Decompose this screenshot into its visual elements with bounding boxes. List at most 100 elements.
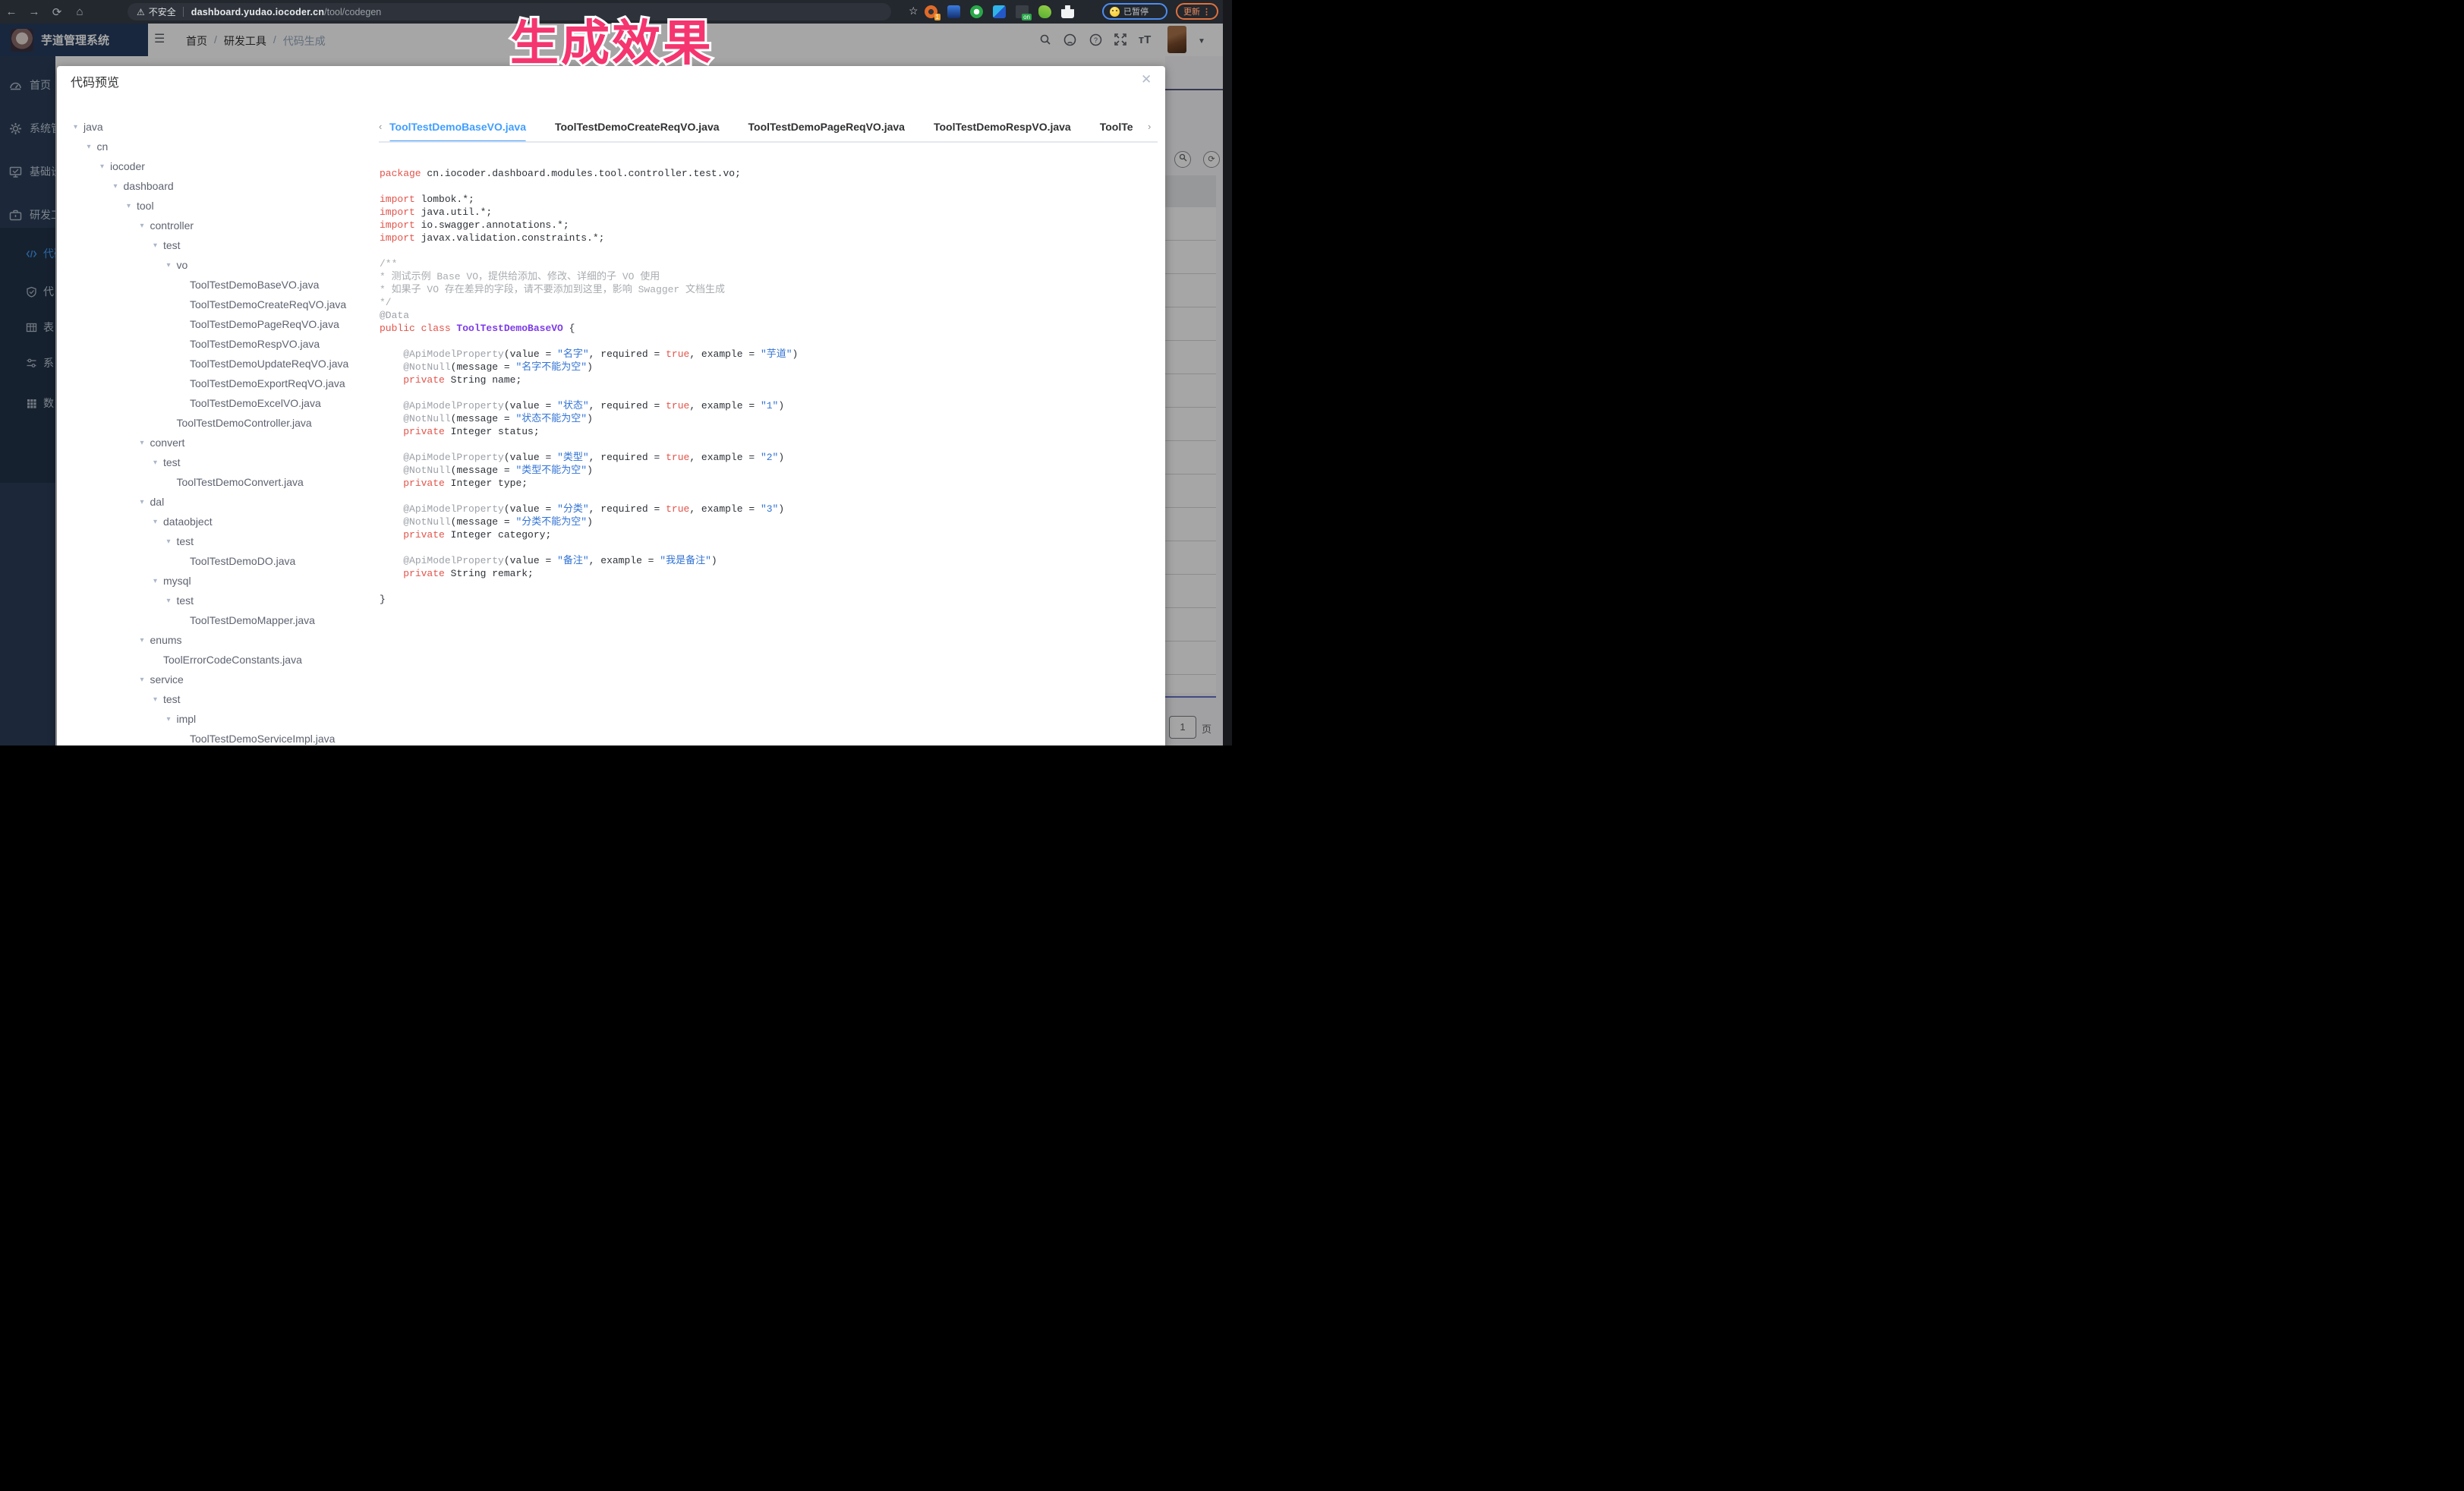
- caret-down-icon[interactable]: ▾: [153, 241, 163, 250]
- caret-down-icon[interactable]: ▾: [100, 162, 110, 171]
- caret-down-icon[interactable]: ▾: [127, 202, 137, 210]
- tree-folder[interactable]: ▾java: [71, 117, 370, 137]
- extension-icon[interactable]: on: [1016, 5, 1029, 18]
- code-line: /**: [380, 257, 1154, 270]
- tree-file[interactable]: ToolTestDemoController.java: [71, 413, 370, 433]
- tree-node-label: dataobject: [163, 515, 213, 528]
- back-icon[interactable]: ←: [0, 5, 23, 18]
- tree-folder[interactable]: ▾tool: [71, 196, 370, 216]
- tree-folder[interactable]: ▾test: [71, 235, 370, 255]
- tree-file[interactable]: ToolTestDemoMapper.java: [71, 610, 370, 630]
- home-icon[interactable]: ⌂: [68, 5, 91, 18]
- extensions-puzzle-icon[interactable]: [1061, 5, 1074, 18]
- tree-folder[interactable]: ▾test: [71, 452, 370, 472]
- tree-folder[interactable]: ▾test: [71, 591, 370, 610]
- caret-down-icon[interactable]: ▾: [140, 439, 150, 447]
- menu-dots-icon: ⋮: [1202, 7, 1211, 17]
- update-browser-button[interactable]: 更新 ⋮: [1176, 3, 1218, 20]
- tree-folder[interactable]: ▾mysql: [71, 571, 370, 591]
- code-line: [380, 490, 1154, 503]
- tab-file-4[interactable]: ToolTe: [1100, 112, 1133, 141]
- tree-node-label: ToolTestDemoUpdateReqVO.java: [190, 358, 348, 370]
- tab-file-1[interactable]: ToolTestDemoCreateReqVO.java: [555, 112, 720, 141]
- tree-folder[interactable]: ▾service: [71, 670, 370, 689]
- tree-node-label: test: [163, 239, 181, 251]
- tree-folder[interactable]: ▾dal: [71, 492, 370, 512]
- code-line: [380, 335, 1154, 348]
- tree-file[interactable]: ToolTestDemoPageReqVO.java: [71, 314, 370, 334]
- tree-folder[interactable]: ▾test: [71, 531, 370, 551]
- tree-node-label: tool: [137, 200, 154, 212]
- tabs-scroll-left-icon[interactable]: ‹: [379, 121, 389, 132]
- code-viewer[interactable]: package cn.iocoder.dashboard.modules.too…: [380, 167, 1154, 744]
- extension-icon[interactable]: [1038, 5, 1051, 18]
- tree-node-label: iocoder: [110, 160, 145, 172]
- tree-folder[interactable]: ▾cn: [71, 137, 370, 156]
- code-preview-dialog: 代码预览 ✕ ▾java▾cn▾iocoder▾dashboard▾tool▾c…: [57, 66, 1165, 746]
- caret-down-icon[interactable]: ▾: [167, 597, 177, 605]
- reload-icon[interactable]: ⟳: [46, 5, 68, 19]
- tree-file[interactable]: ToolTestDemoRespVO.java: [71, 334, 370, 354]
- screen: ← → ⟳ ⌂ ⚠ 不安全 dashboard.yudao.iocoder.cn…: [0, 0, 1232, 746]
- tree-file[interactable]: ToolTestDemoCreateReqVO.java: [71, 295, 370, 314]
- code-line: import java.util.*;: [380, 206, 1154, 219]
- caret-down-icon[interactable]: ▾: [140, 676, 150, 684]
- code-line: import io.swagger.annotations.*;: [380, 219, 1154, 232]
- bookmark-star-icon[interactable]: ☆: [909, 5, 918, 17]
- caret-down-icon[interactable]: ▾: [153, 518, 163, 526]
- caret-down-icon[interactable]: ▾: [140, 498, 150, 506]
- caret-down-icon[interactable]: ▾: [140, 222, 150, 230]
- tree-node-label: ToolTestDemoServiceImpl.java: [190, 733, 335, 745]
- tree-file[interactable]: ToolTestDemoDO.java: [71, 551, 370, 571]
- caret-down-icon[interactable]: ▾: [167, 537, 177, 546]
- code-line: @ApiModelProperty(value = "类型", required…: [380, 451, 1154, 464]
- tree-file[interactable]: ToolTestDemoConvert.java: [71, 472, 370, 492]
- extension-icon[interactable]: [947, 5, 960, 18]
- tabs-scroll-right-icon[interactable]: ›: [1148, 121, 1158, 132]
- caret-down-icon[interactable]: ▾: [74, 123, 83, 131]
- tab-file-0[interactable]: ToolTestDemoBaseVO.java: [389, 112, 526, 141]
- extension-icon[interactable]: 1: [925, 5, 937, 18]
- url-host: dashboard.yudao.iocoder.cn: [191, 7, 324, 17]
- caret-down-icon[interactable]: ▾: [114, 182, 124, 191]
- address-bar[interactable]: ⚠ 不安全 dashboard.yudao.iocoder.cn /tool/c…: [128, 3, 891, 20]
- tree-folder[interactable]: ▾enums: [71, 630, 370, 650]
- caret-down-icon[interactable]: ▾: [153, 459, 163, 467]
- code-line: */: [380, 296, 1154, 309]
- tab-file-3[interactable]: ToolTestDemoRespVO.java: [934, 112, 1071, 141]
- caret-down-icon[interactable]: ▾: [140, 636, 150, 645]
- code-line: @Data: [380, 309, 1154, 322]
- tree-file[interactable]: ToolTestDemoExcelVO.java: [71, 393, 370, 413]
- close-icon[interactable]: ✕: [1141, 72, 1152, 87]
- caret-down-icon[interactable]: ▾: [153, 695, 163, 704]
- paused-chip[interactable]: 已暂停: [1102, 3, 1167, 20]
- code-line: private String name;: [380, 374, 1154, 386]
- tree-folder[interactable]: ▾test: [71, 689, 370, 709]
- tree-folder[interactable]: ▾vo: [71, 255, 370, 275]
- tab-file-2[interactable]: ToolTestDemoPageReqVO.java: [748, 112, 905, 141]
- tree-folder[interactable]: ▾iocoder: [71, 156, 370, 176]
- tree-file[interactable]: ToolTestDemoServiceImpl.java: [71, 729, 370, 746]
- tree-file[interactable]: ToolErrorCodeConstants.java: [71, 650, 370, 670]
- code-line: public class ToolTestDemoBaseVO {: [380, 322, 1154, 335]
- tree-folder[interactable]: ▾dashboard: [71, 176, 370, 196]
- code-line: [380, 541, 1154, 554]
- caret-down-icon[interactable]: ▾: [87, 143, 97, 151]
- code-line: * 如果子 VO 存在差异的字段，请不要添加到这里，影响 Swagger 文档生…: [380, 283, 1154, 296]
- caret-down-icon[interactable]: ▾: [153, 577, 163, 585]
- tree-folder[interactable]: ▾dataobject: [71, 512, 370, 531]
- code-line: * 测试示例 Base VO，提供给添加、修改、详细的子 VO 使用: [380, 270, 1154, 283]
- tree-node-label: cn: [97, 140, 109, 153]
- tree-folder[interactable]: ▾impl: [71, 709, 370, 729]
- tree-file[interactable]: ToolTestDemoBaseVO.java: [71, 275, 370, 295]
- caret-down-icon[interactable]: ▾: [167, 261, 177, 270]
- tree-file[interactable]: ToolTestDemoUpdateReqVO.java: [71, 354, 370, 374]
- caret-down-icon[interactable]: ▾: [167, 715, 177, 723]
- tree-file[interactable]: ToolTestDemoExportReqVO.java: [71, 374, 370, 393]
- forward-icon[interactable]: →: [23, 5, 46, 18]
- tree-folder[interactable]: ▾convert: [71, 433, 370, 452]
- tree-node-label: dashboard: [124, 180, 174, 192]
- extension-icon[interactable]: [993, 5, 1006, 18]
- extension-icon[interactable]: [970, 5, 983, 18]
- tree-folder[interactable]: ▾controller: [71, 216, 370, 235]
